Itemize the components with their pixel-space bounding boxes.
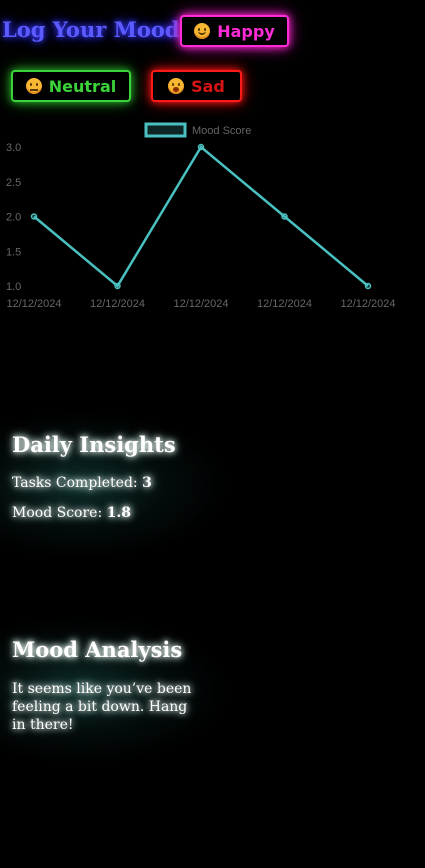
neutral-button-label: Neutral	[48, 76, 117, 96]
x-tick-label: 12/12/2024	[257, 298, 312, 310]
page-title: Log Your Mood:	[2, 17, 188, 42]
y-tick-label: 3.0	[6, 142, 21, 154]
flushed-face-icon	[168, 78, 185, 94]
legend-swatch[interactable]	[144, 122, 187, 138]
data-point[interactable]	[30, 213, 38, 220]
mood-score-value: 1.8	[106, 505, 131, 521]
data-point[interactable]	[281, 213, 288, 220]
x-tick-label: 12/12/2024	[173, 298, 228, 310]
insights-heading: Daily Insights	[12, 432, 176, 457]
tasks-completed-label: Tasks Completed:	[12, 475, 138, 491]
tasks-completed-value: 3	[142, 475, 152, 491]
tasks-completed-row: Tasks Completed: 3	[12, 475, 218, 491]
neutral-face-icon	[25, 78, 42, 94]
mood-score-label: Mood Score:	[12, 505, 103, 521]
data-point[interactable]	[114, 282, 121, 290]
smiling-face-icon	[194, 23, 211, 39]
neutral-button[interactable]: Neutral	[11, 70, 131, 102]
x-tick-label: 12/12/2024	[340, 298, 395, 310]
legend-label: Mood Score	[192, 125, 251, 137]
y-tick-label: 2.5	[6, 177, 21, 189]
x-tick-label: 12/12/2024	[6, 298, 61, 310]
y-tick-label: 1.0	[6, 281, 21, 293]
sad-button[interactable]: Sad	[151, 70, 242, 102]
analysis-heading: Mood Analysis	[12, 637, 183, 662]
data-point[interactable]	[364, 282, 372, 290]
mood-analysis-card: Mood Analysis It seems like you’ve been …	[0, 615, 230, 765]
x-tick-label: 12/12/2024	[90, 298, 145, 310]
daily-insights-card: Daily Insights Tasks Completed: 3 Mood S…	[0, 410, 230, 560]
mood-score-line	[33, 145, 369, 288]
y-tick-label: 2.0	[6, 212, 21, 224]
happy-button-label: Happy	[217, 21, 275, 41]
analysis-text: It seems like you’ve been feeling a bit …	[12, 681, 192, 733]
data-point[interactable]	[197, 143, 205, 151]
happy-button[interactable]: Happy	[180, 15, 289, 47]
y-tick-label: 1.5	[6, 246, 21, 258]
mood-score-row: Mood Score: 1.8	[12, 505, 218, 521]
sad-button-label: Sad	[191, 76, 225, 96]
mood-chart: Mood Score 1.0 1.5 2.0 2.5 3.0 12/12/2024 12/12…	[6, 122, 396, 310]
